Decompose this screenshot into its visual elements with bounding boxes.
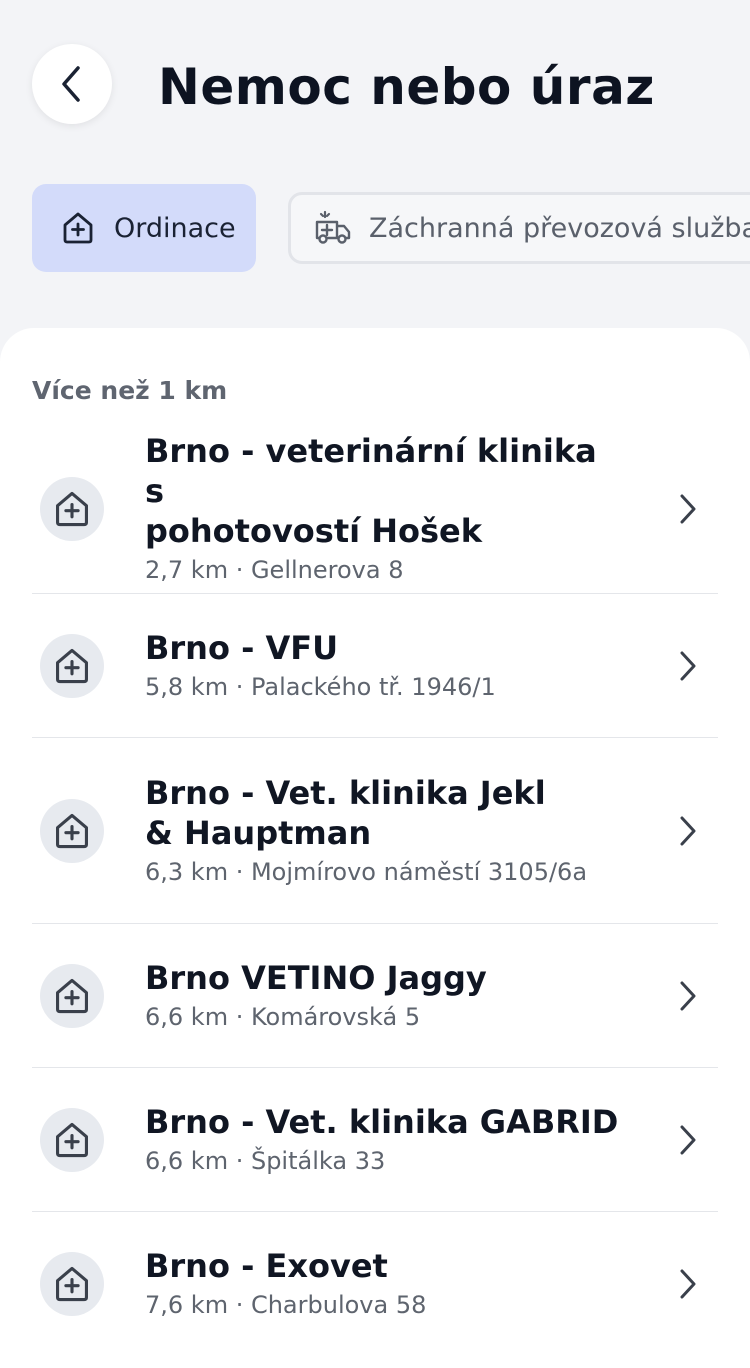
clinic-text: Brno - Exovet 7,6 km · Charbulova 58 [145, 1246, 625, 1322]
clinic-plus-icon [40, 1108, 104, 1172]
chevron-right-icon [676, 1268, 700, 1300]
clinic-distance-address: 6,3 km · Mojmírovo náměstí 3105/6a [145, 858, 588, 886]
clinic-name: Brno - Exovet [145, 1247, 388, 1285]
ambulance-icon [313, 208, 353, 248]
clinic-plus-icon [40, 477, 104, 541]
clinic-text: Brno VETINO Jaggy 6,6 km · Komárovská 5 [145, 958, 625, 1034]
clinic-distance-address: 5,8 km · Palackého tř. 1946/1 [145, 673, 496, 701]
tab-ordinace[interactable]: Ordinace [32, 184, 256, 272]
clinic-list-item[interactable]: Brno - Vet. klinika GABRID 6,6 km · Špitá… [0, 1068, 750, 1212]
clinic-name: Brno VETINO Jaggy [145, 959, 487, 997]
clinic-name-line2: pohotovostí Hošek [145, 512, 483, 550]
clinic-list-item[interactable]: Brno - Vet. klinika Jekl & Hauptman 6,3 km… [0, 738, 750, 924]
clinic-distance-address: 7,6 km · Charbulova 58 [145, 1291, 427, 1319]
clinic-name: Brno - Vet. klinika Jekl [145, 774, 546, 812]
section-label: Více než 1 km [32, 376, 228, 405]
clinic-distance-address: 2,7 km · Gellnerova 8 [145, 556, 404, 584]
clinic-name-line2: & Hauptman [145, 814, 372, 852]
chevron-right-icon [676, 1124, 700, 1156]
clinic-name: Brno - Vet. klinika GABRID [145, 1103, 619, 1141]
clinic-list: Brno - veterinární klinika s pohotovostí … [0, 424, 750, 1356]
clinic-plus-icon [40, 964, 104, 1028]
header: Nemoc nebo úraz [0, 0, 750, 170]
clinic-list-item[interactable]: Brno - veterinární klinika s pohotovostí … [0, 424, 750, 594]
clinic-list-item[interactable]: Brno - VFU 5,8 km · Palackého tř. 1946/1 [0, 594, 750, 738]
clinic-plus-icon [40, 799, 104, 863]
clinic-text: Brno - Vet. klinika Jekl & Hauptman 6,3 km… [145, 773, 625, 889]
tab-ambulance-label: Záchranná převozová služba [369, 212, 750, 244]
clinic-text: Brno - VFU 5,8 km · Palackého tř. 1946/1 [145, 628, 625, 704]
clinic-list-item[interactable]: Brno VETINO Jaggy 6,6 km · Komárovská 5 [0, 924, 750, 1068]
clinic-plus-icon [40, 1252, 104, 1316]
clinic-plus-icon [60, 210, 96, 246]
chevron-right-icon [676, 980, 700, 1012]
tab-ambulance-service[interactable]: Záchranná převozová služba [288, 192, 750, 264]
clinic-text: Brno - Vet. klinika GABRID 6,6 km · Špitá… [145, 1102, 625, 1178]
clinic-name: Brno - veterinární klinika s [145, 432, 597, 510]
tab-ordinace-label: Ordinace [114, 212, 236, 244]
clinic-name: Brno - VFU [145, 629, 339, 667]
chevron-right-icon [676, 650, 700, 682]
results-sheet: Více než 1 km Brno - veterinární klinika… [0, 328, 750, 1368]
clinic-list-item[interactable]: Brno - Exovet 7,6 km · Charbulova 58 [0, 1212, 750, 1356]
chevron-right-icon [676, 493, 700, 525]
chevron-right-icon [676, 815, 700, 847]
back-button[interactable] [32, 44, 112, 124]
clinic-distance-address: 6,6 km · Špitálka 33 [145, 1147, 386, 1175]
clinic-plus-icon [40, 634, 104, 698]
clinic-text: Brno - veterinární klinika s pohotovostí … [145, 431, 625, 587]
page-title: Nemoc nebo úraz [158, 58, 655, 116]
clinic-distance-address: 6,6 km · Komárovská 5 [145, 1003, 421, 1031]
chevron-left-icon [62, 66, 80, 102]
category-tabs: Ordinace Záchranná převozová služba [0, 184, 750, 274]
